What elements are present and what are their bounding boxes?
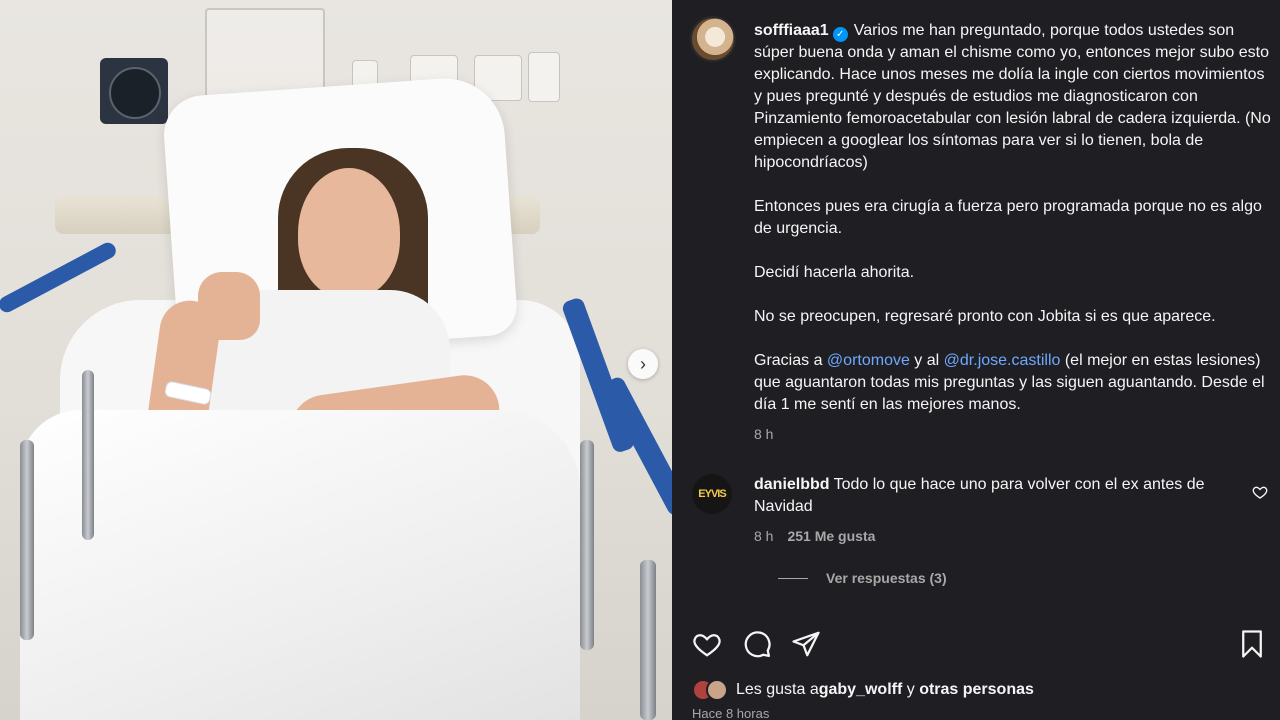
wall-gauge — [100, 58, 168, 124]
bed-frame — [82, 370, 94, 540]
save-button[interactable] — [1237, 629, 1267, 659]
avatar[interactable] — [690, 16, 736, 62]
bookmark-icon — [1242, 630, 1262, 658]
chevron-right-icon: › — [640, 354, 646, 374]
liker-avatars — [692, 679, 728, 701]
share-button[interactable] — [791, 629, 821, 659]
caption-text-segment: Gracias a — [754, 352, 827, 369]
comment-button[interactable] — [742, 629, 772, 659]
heart-icon[interactable] — [1252, 484, 1268, 500]
heart-icon — [693, 634, 721, 657]
view-replies-label: Ver respuestas (3) — [826, 570, 947, 586]
view-replies-button[interactable]: Ver respuestas (3) — [778, 570, 947, 586]
bed-frame — [580, 440, 594, 650]
avatar-text: EYVIS — [698, 488, 726, 500]
bed-frame — [640, 560, 656, 720]
post-actions-bar: Les gusta a gaby_wolff y otras personas … — [672, 612, 1280, 720]
like-button[interactable] — [692, 629, 722, 659]
comment-timestamp[interactable]: 8 h — [754, 528, 773, 544]
carousel-next-button[interactable]: › — [628, 349, 658, 379]
mention-link[interactable]: @ortomove — [827, 352, 910, 369]
post-photo: › — [0, 0, 672, 720]
likes-summary[interactable]: Les gusta a gaby_wolff y otras personas — [692, 679, 1034, 701]
comment-likes[interactable]: 251 Me gusta — [787, 528, 875, 544]
thumbs-up-hand — [198, 272, 260, 340]
caption-paragraph: Varios me han preguntado, porque todos u… — [754, 22, 1271, 171]
avatar — [706, 679, 728, 701]
comment-username[interactable]: danielbbd — [754, 476, 830, 493]
wall-outlet — [528, 52, 560, 102]
post-date[interactable]: Hace 8 horas — [692, 706, 769, 720]
bed-rail — [0, 239, 119, 316]
comment-icon — [744, 631, 771, 658]
mention-link[interactable]: @dr.jose.castillo — [944, 352, 1061, 369]
verified-badge-icon: ✓ — [832, 27, 848, 42]
caption-paragraph: No se preocupen, regresaré pronto con Jo… — [754, 308, 1216, 325]
divider — [778, 577, 808, 579]
caption-text-segment: y al — [909, 352, 944, 369]
comment-meta: 8 h 251 Me gusta — [754, 528, 875, 544]
caption-paragraph: Decidí hacerla ahorita. — [754, 264, 915, 281]
likes-mid: y — [902, 681, 920, 698]
post-username[interactable]: sofffiaaa1 — [754, 22, 829, 39]
bed-frame — [20, 440, 34, 640]
likes-prefix: Les gusta a — [736, 681, 819, 698]
caption-text: sofffiaaa1 ✓ Varios me han preguntado, por… — [754, 20, 1274, 416]
avatar[interactable]: EYVIS — [692, 474, 732, 514]
share-icon — [792, 631, 820, 657]
liker-username[interactable]: gaby_wolff — [819, 681, 903, 699]
face — [298, 168, 400, 298]
post-timestamp[interactable]: 8 h — [754, 426, 773, 442]
comment-text: danielbbd Todo lo que hace uno para volve… — [754, 474, 1224, 518]
caption-paragraph: Entonces pues era cirugía a fuerza pero … — [754, 198, 1262, 237]
likes-others[interactable]: otras personas — [919, 681, 1034, 699]
blanket — [20, 410, 580, 720]
post-details-panel: sofffiaaa1 ✓ Varios me han preguntado, por… — [672, 0, 1280, 720]
